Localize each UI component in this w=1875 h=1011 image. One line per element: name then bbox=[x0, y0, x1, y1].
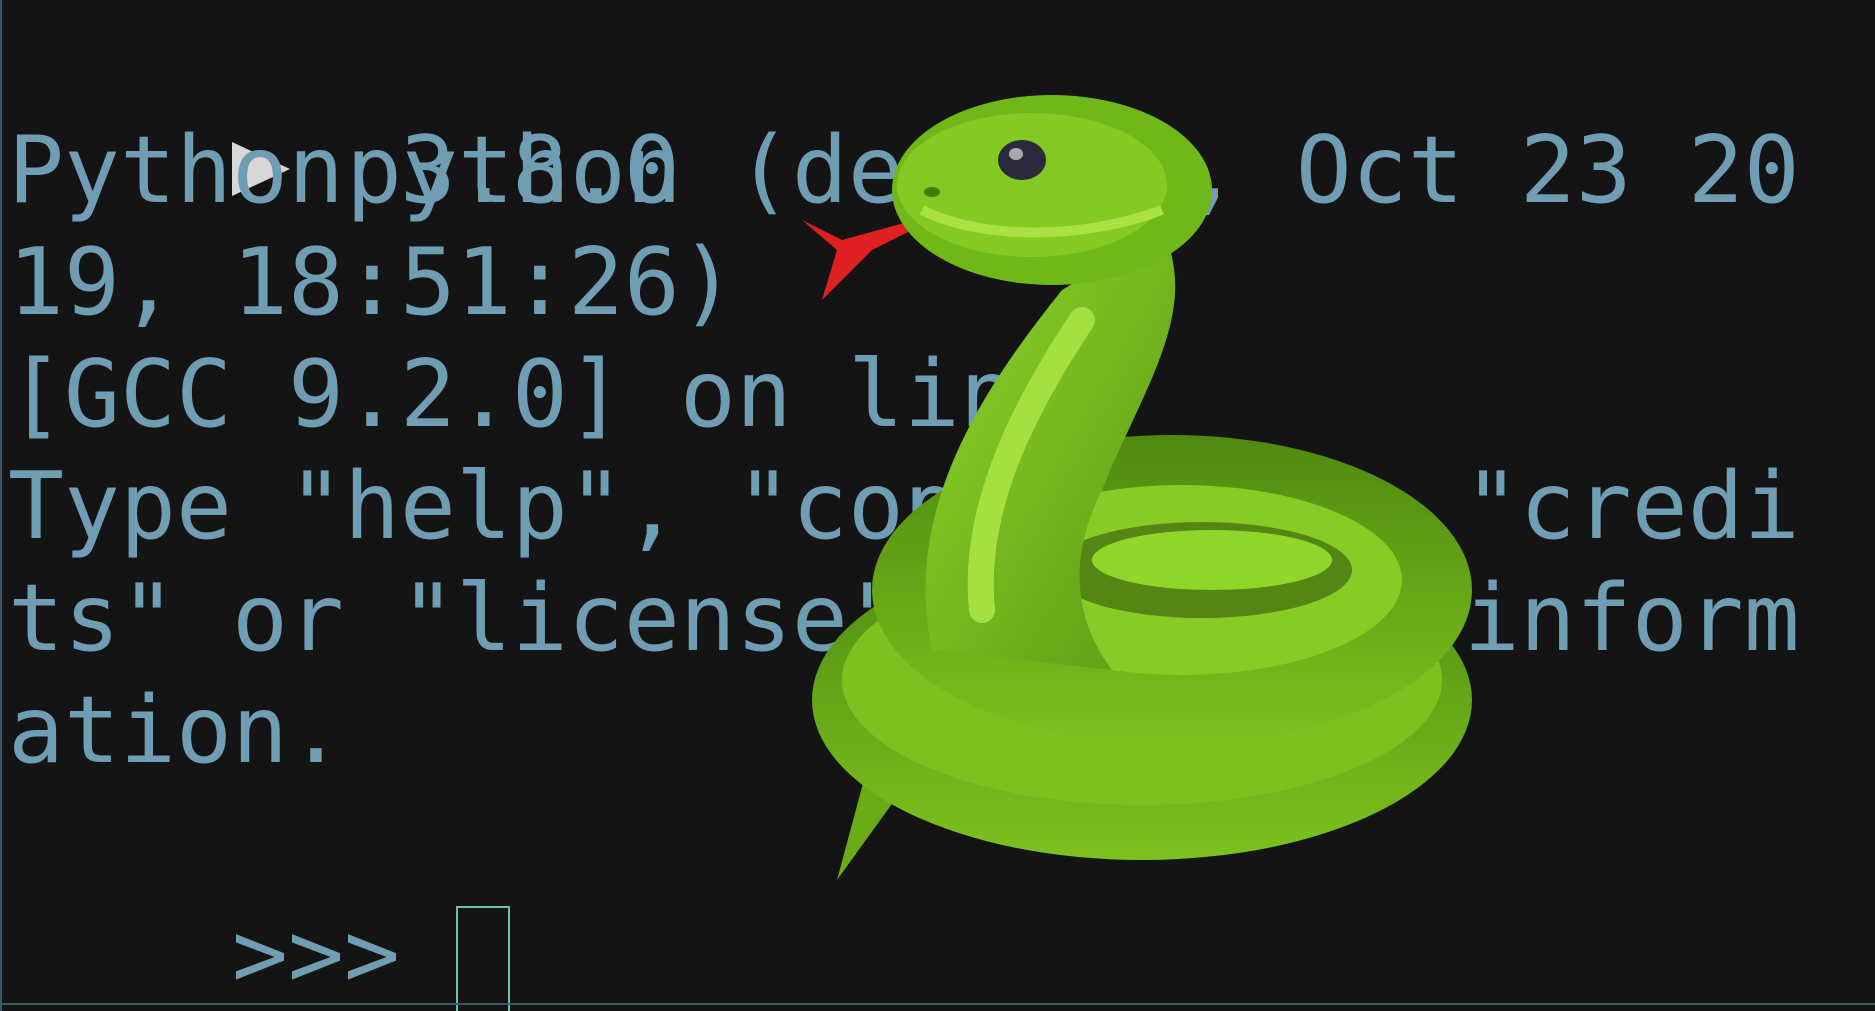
snake-icon bbox=[802, 95, 1472, 880]
repl-prompt: >>> bbox=[231, 900, 456, 1008]
shell-command-line: python bbox=[2, 2, 682, 224]
text-cursor[interactable] bbox=[455, 906, 510, 1011]
output-line: ation. bbox=[8, 676, 344, 784]
window-bottom-border bbox=[2, 1003, 1875, 1005]
terminal-window[interactable]: python Python 3.8.0 (default, Oct 23 20 … bbox=[0, 0, 1875, 1011]
repl-input-line[interactable]: >>> bbox=[8, 786, 510, 1011]
output-line: 19, 18:51:26) bbox=[8, 228, 736, 336]
